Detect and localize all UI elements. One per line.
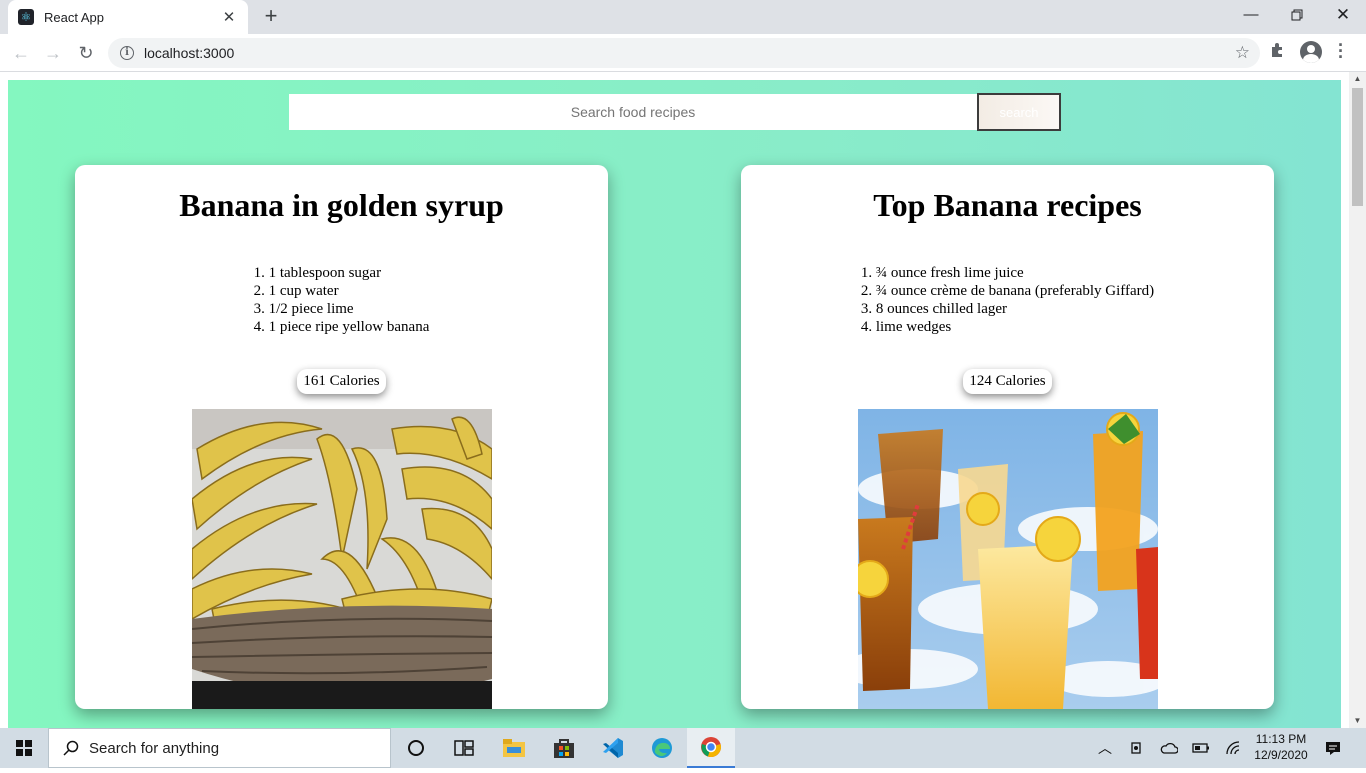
recipe-title: Banana in golden syrup (179, 187, 504, 223)
clock-time: 11:13 PM (1255, 732, 1307, 746)
browser-tab[interactable]: ⚛ React App ✕ (8, 0, 248, 34)
ingredient-item: 1. ¾ ounce fresh lime juice (860, 265, 1024, 281)
forward-arrow-icon[interactable]: → (40, 40, 66, 66)
kebab-menu-icon[interactable]: · · · (1336, 36, 1346, 66)
ingredient-item: 2. ¾ ounce crème de banana (preferably G… (860, 283, 1155, 299)
reload-icon[interactable]: ↻ (73, 40, 99, 66)
bookmark-star-icon[interactable]: ☆ (1235, 43, 1250, 63)
scroll-thumb[interactable] (1352, 88, 1363, 206)
ingredient-list: 1. ¾ ounce fresh lime juice 2. ¾ ounce c… (861, 264, 1154, 336)
search-form: search (289, 93, 1061, 131)
taskbar-search-box[interactable]: Search for anything (48, 728, 391, 768)
profile-avatar-icon[interactable] (1300, 41, 1322, 63)
url-text: localhost:3000 (144, 45, 235, 61)
address-bar[interactable]: i localhost:3000 ☆ (108, 38, 1260, 68)
task-view-icon[interactable] (440, 728, 488, 768)
react-favicon-icon: ⚛ (18, 9, 34, 25)
onedrive-cloud-icon[interactable] (1158, 728, 1180, 768)
extensions-puzzle-icon[interactable] (1270, 42, 1286, 63)
scroll-down-arrow-icon[interactable]: ▼ (1349, 714, 1366, 728)
ingredient-item: 4. 1 piece ripe yellow banana (253, 319, 430, 335)
close-tab-icon[interactable]: ✕ (220, 8, 238, 26)
scroll-up-arrow-icon[interactable]: ▲ (1349, 72, 1366, 86)
battery-icon[interactable] (1190, 728, 1212, 768)
restore-icon[interactable] (1274, 0, 1320, 30)
show-hidden-icons-chevron-icon[interactable]: ︿ (1094, 728, 1116, 768)
notifications-icon[interactable] (1320, 728, 1346, 768)
edge-browser-icon[interactable] (638, 728, 686, 768)
search-button[interactable]: search (977, 93, 1061, 131)
ingredient-item: 1. 1 tablespoon sugar (253, 265, 382, 281)
minimize-icon[interactable]: — (1228, 0, 1274, 30)
cortana-circle-icon[interactable] (392, 728, 440, 768)
taskbar-clock[interactable]: 11:13 PM 12/9/2020 (1248, 731, 1314, 763)
close-window-icon[interactable]: ✕ (1320, 0, 1366, 30)
recipe-title: Top Banana recipes (873, 187, 1142, 223)
magnifier-icon (63, 740, 79, 756)
recipe-card: Top Banana recipes 1. ¾ ounce fresh lime… (741, 165, 1274, 709)
page-viewport: search Banana in golden syrup 1. 1 table… (0, 72, 1349, 728)
recipe-image-drinks (857, 409, 1158, 709)
file-explorer-icon[interactable] (490, 728, 538, 768)
windows-start-icon[interactable] (0, 728, 48, 768)
page-scrollbar[interactable]: ▲ ▼ (1349, 72, 1366, 728)
ingredient-list: 1. 1 tablespoon sugar 2. 1 cup water 3. … (254, 264, 430, 336)
ingredient-item: 4. lime wedges (860, 319, 952, 335)
ingredient-item: 2. 1 cup water (253, 283, 339, 299)
recipe-image-bananas (191, 409, 492, 709)
vscode-icon[interactable] (589, 728, 637, 768)
ingredient-item: 3. 8 ounces chilled lager (860, 301, 1008, 317)
calories-badge: 124 Calories (963, 369, 1052, 394)
clock-date: 12/9/2020 (1254, 748, 1308, 762)
ingredient-item: 3. 1/2 piece lime (253, 301, 354, 317)
taskbar-search-text: Search for anything (89, 739, 220, 757)
meet-now-icon[interactable] (1126, 728, 1148, 768)
search-input[interactable] (289, 94, 977, 130)
browser-toolbar: ← → ↻ i localhost:3000 ☆ · · · (0, 34, 1366, 72)
chrome-browser-icon[interactable] (687, 728, 735, 768)
new-tab-button[interactable]: + (258, 4, 284, 30)
app-root: search Banana in golden syrup 1. 1 table… (8, 80, 1341, 728)
tab-strip: ⚛ React App ✕ + — ✕ (0, 0, 1366, 34)
microsoft-store-icon[interactable] (540, 728, 588, 768)
tab-title: React App (44, 9, 104, 25)
calories-badge: 161 Calories (297, 369, 386, 394)
site-info-icon[interactable]: i (120, 46, 134, 60)
windows-taskbar: Search for anything ︿ 11:13 PM 12/9/2020 (0, 728, 1366, 768)
back-arrow-icon[interactable]: ← (8, 40, 34, 66)
recipe-card: Banana in golden syrup 1. 1 tablespoon s… (75, 165, 608, 709)
wifi-icon[interactable] (1222, 728, 1244, 768)
